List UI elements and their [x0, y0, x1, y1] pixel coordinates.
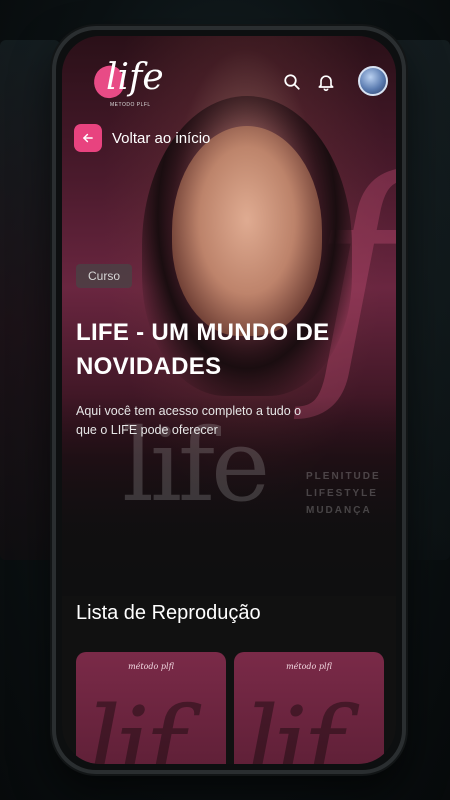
logo-tagline: METODO PLFL [110, 102, 151, 108]
avatar[interactable] [358, 66, 388, 96]
phone-frame: f life PLENITUDE LIFESTYLE MUDANÇA life … [52, 26, 406, 774]
playlist-card[interactable]: método plfl lif [234, 652, 384, 764]
playlist-list: método plfl lif método plfl lif [76, 652, 384, 764]
back-label[interactable]: Voltar ao início [112, 130, 210, 147]
back-link[interactable]: Voltar ao início [74, 124, 210, 152]
watermark-word: LIFESTYLE [306, 488, 378, 499]
card-brand: método plfl [286, 662, 332, 671]
watermark-words: PLENITUDE LIFESTYLE MUDANÇA [306, 468, 381, 519]
hero-portrait [172, 126, 322, 336]
playlist-card[interactable]: método plfl lif [76, 652, 226, 764]
arrow-left-icon [83, 133, 93, 143]
watermark-word: MUDANÇA [306, 505, 372, 516]
card-artwork-text: lif [244, 683, 343, 764]
search-icon [284, 74, 300, 90]
background-tile-left [0, 40, 60, 560]
card-brand: método plfl [128, 662, 174, 671]
category-badge: Curso [76, 264, 133, 288]
app-logo[interactable]: life METODO PLFL [90, 60, 164, 112]
playlist-heading: Lista de Reprodução [76, 602, 261, 624]
back-button[interactable] [74, 124, 102, 152]
bell-icon [318, 75, 334, 92]
course-description: Aqui você tem acesso completo a tudo o q… [76, 404, 302, 437]
course-title: LIFE - UM MUNDO DE NOVIDADES [76, 319, 330, 380]
search-button[interactable] [278, 68, 306, 96]
watermark-word: PLENITUDE [306, 471, 381, 482]
logo-text: life [106, 57, 164, 98]
notifications-button[interactable] [312, 68, 340, 96]
card-artwork-text: lif [86, 683, 185, 764]
top-bar: life METODO PLFL [62, 56, 396, 116]
app-screen: f life PLENITUDE LIFESTYLE MUDANÇA life … [62, 36, 396, 764]
